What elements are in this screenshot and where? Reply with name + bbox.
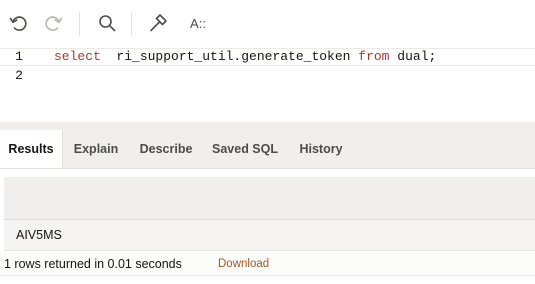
line-number: 1: [15, 49, 23, 64]
status-bar: 1 rows returned in 0.01 seconds Download: [0, 253, 535, 276]
download-link[interactable]: Download: [218, 258, 269, 270]
line-number: 2: [15, 68, 23, 83]
tab-saved-sql[interactable]: Saved SQL: [207, 130, 283, 168]
toolbar-divider: [79, 12, 80, 36]
sql-keyword: from: [358, 49, 390, 64]
tab-results[interactable]: Results: [0, 130, 63, 168]
sql-keyword: select: [54, 49, 101, 64]
editor-toolbar: A::: [0, 0, 535, 46]
sql-body: ri_support_util.generate_token: [100, 49, 359, 64]
sql-editor[interactable]: 1 select ri_support_util.generate_token …: [0, 46, 535, 122]
pane-splitter[interactable]: [0, 122, 535, 130]
tab-describe[interactable]: Describe: [133, 130, 199, 168]
code-line[interactable]: 2: [0, 67, 535, 85]
table-cell: AIV5MS: [16, 228, 62, 242]
results-tabs: Results Explain Describe Saved SQL Histo…: [0, 130, 535, 169]
redo-icon[interactable]: [43, 12, 65, 34]
results-panel: AIV5MS 1 rows returned in 0.01 seconds D…: [0, 169, 535, 284]
search-icon[interactable]: [96, 12, 118, 34]
table-row[interactable]: AIV5MS: [4, 220, 535, 251]
tab-explain[interactable]: Explain: [66, 130, 126, 168]
tab-history[interactable]: History: [291, 130, 351, 168]
toolbar-divider: [131, 12, 132, 36]
format-label: A::: [190, 15, 206, 31]
format-icon[interactable]: A::: [185, 12, 211, 34]
column-header[interactable]: [4, 177, 535, 220]
code-text: select ri_support_util.generate_token fr…: [54, 49, 436, 65]
rows-returned-status: 1 rows returned in 0.01 seconds: [4, 257, 182, 271]
hammer-icon[interactable]: [147, 12, 169, 34]
sql-tail: dual;: [389, 49, 437, 64]
code-line[interactable]: 1 select ri_support_util.generate_token …: [0, 48, 535, 66]
undo-icon[interactable]: [7, 12, 29, 34]
